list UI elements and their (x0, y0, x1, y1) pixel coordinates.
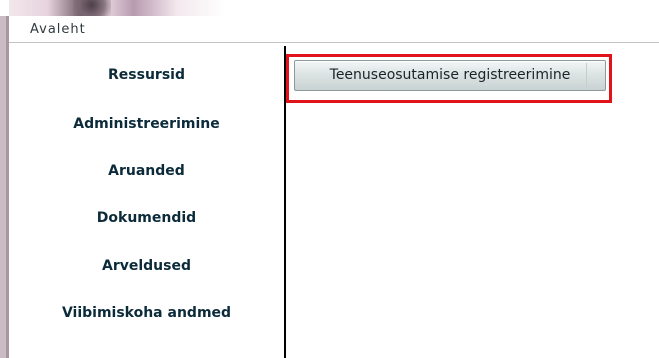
banner-flower-image (9, 0, 224, 16)
register-service-button[interactable]: Teenuseosutamise registreerimine (294, 60, 606, 91)
button-divider (586, 63, 587, 88)
breadcrumb-home[interactable]: Avaleht (30, 22, 86, 37)
sidebar-item-aruanded[interactable]: Aruanded (9, 163, 284, 179)
page-left-edge (0, 0, 9, 358)
header-banner (0, 0, 659, 16)
sidebar-item-ressursid[interactable]: Ressursid (9, 67, 284, 83)
sidebar-item-arveldused[interactable]: Arveldused (9, 258, 284, 274)
sidebar-item-dokumendid[interactable]: Dokumendid (9, 210, 284, 226)
sidebar-nav: Ressursid Administreerimine Aruanded Dok… (9, 46, 286, 358)
breadcrumb-bar: Avaleht (9, 16, 659, 43)
sidebar-item-viibimiskoha-andmed[interactable]: Viibimiskoha andmed (9, 305, 284, 321)
sidebar-item-administreerimine[interactable]: Administreerimine (9, 116, 284, 132)
